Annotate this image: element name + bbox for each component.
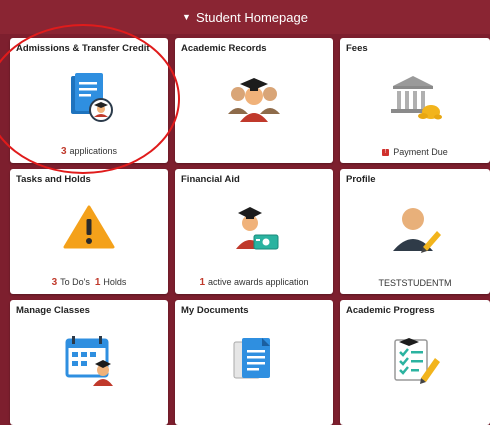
tile-title: Financial Aid [181, 174, 240, 185]
tile-title: Tasks and Holds [16, 174, 91, 185]
tile-footer: 1 active awards application [175, 277, 333, 288]
todo-label: To Do's [60, 277, 90, 287]
tile-academic-progress[interactable]: Academic Progress [340, 300, 490, 425]
tile-manage-classes[interactable]: Manage Classes [10, 300, 168, 425]
tile-title: Manage Classes [16, 305, 90, 316]
warning-icon [61, 201, 117, 258]
tile-financial-aid[interactable]: Financial Aid 1 active awards application [175, 169, 333, 294]
person-pencil-icon [387, 201, 443, 262]
students-graduate-icon [224, 70, 284, 131]
tile-footer: ! Payment Due [340, 147, 490, 157]
awards-count: 1 [199, 277, 205, 288]
applications-label: applications [69, 146, 118, 156]
tile-title: Admissions & Transfer Credit [16, 43, 150, 54]
username-label: TESTSTUDENTM [378, 278, 452, 288]
holds-label: Holds [103, 277, 127, 287]
student-money-icon [226, 201, 282, 262]
tile-fees[interactable]: Fees ! Payment Due [340, 38, 490, 163]
tile-title: My Documents [181, 305, 249, 316]
document-graduate-icon [61, 70, 117, 131]
tile-academic-records[interactable]: Academic Records [175, 38, 333, 163]
tile-my-documents[interactable]: My Documents [175, 300, 333, 425]
applications-count: 3 [60, 146, 67, 157]
holds-count: 1 [94, 277, 101, 288]
tile-grid: Admissions & Transfer Credit 3 applicatio… [0, 0, 490, 425]
tile-profile[interactable]: Profile TESTSTUDENTM [340, 169, 490, 294]
tile-title: Profile [346, 174, 376, 185]
tile-tasks-holds[interactable]: Tasks and Holds 3 To Do's 1 Holds [10, 169, 168, 294]
tile-footer: 3 applications [10, 146, 168, 157]
tile-title: Academic Progress [346, 305, 435, 316]
tile-title: Academic Records [181, 43, 267, 54]
tile-footer: 3 To Do's 1 Holds [10, 277, 168, 288]
todo-count: 3 [51, 277, 58, 288]
checklist-pencil-icon [387, 332, 443, 393]
alert-badge-icon: ! [382, 149, 390, 157]
awards-label: active awards application [208, 277, 309, 287]
tile-footer: TESTSTUDENTM [340, 278, 490, 288]
documents-icon [226, 332, 282, 393]
tile-title: Fees [346, 43, 368, 54]
payment-due-label: Payment Due [393, 147, 448, 157]
bank-money-icon [385, 70, 445, 131]
calendar-student-icon [61, 332, 117, 393]
tile-admissions[interactable]: Admissions & Transfer Credit 3 applicatio… [10, 38, 168, 163]
